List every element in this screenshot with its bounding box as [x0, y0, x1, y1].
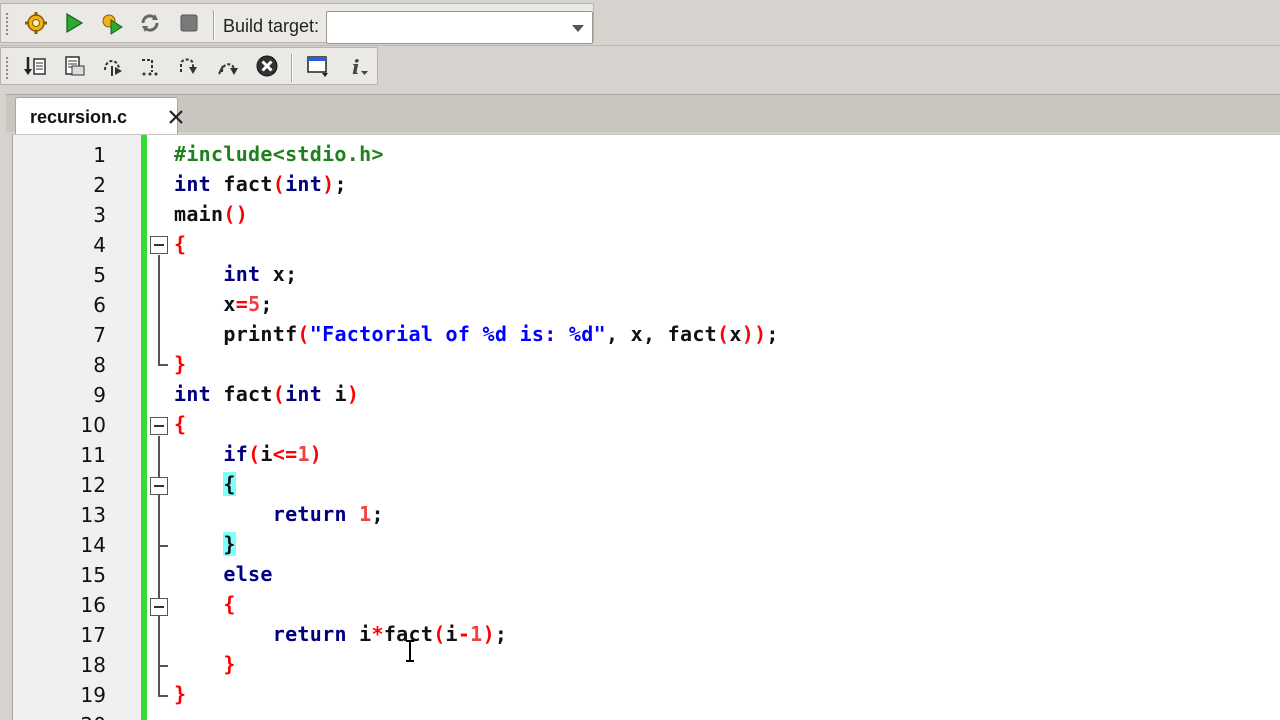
compiler-toolbar-panel: Build target:	[0, 3, 594, 44]
line-code[interactable]: int fact(int i)	[174, 382, 359, 406]
line-number: 14	[80, 533, 106, 557]
line-code[interactable]: int fact(int);	[174, 172, 347, 196]
code-line: 2 int fact(int);	[13, 169, 1280, 199]
line-number: 18	[80, 653, 106, 677]
stop-debugger-icon[interactable]	[252, 51, 282, 81]
line-code[interactable]: x=5;	[174, 292, 273, 316]
code-line: 6 x=5;	[13, 289, 1280, 319]
code-line: 19 }	[13, 679, 1280, 709]
step-out-icon[interactable]	[174, 51, 204, 81]
code-line: 15 else	[13, 559, 1280, 589]
debugger-toolbar: i	[0, 46, 1280, 88]
code-line: 12 {	[13, 469, 1280, 499]
line-code[interactable]: }	[174, 652, 236, 676]
text-cursor-icon	[406, 640, 414, 662]
line-number: 13	[80, 503, 106, 527]
line-number: 11	[80, 443, 106, 467]
code-line: 8 }	[13, 349, 1280, 379]
code-text: #include<stdio.h>	[174, 142, 384, 166]
toolbar-grip[interactable]	[5, 56, 9, 80]
line-number: 2	[93, 173, 106, 197]
run-to-cursor-icon[interactable]	[59, 51, 89, 81]
code-line: 17 return i*fact(i-1);	[13, 619, 1280, 649]
code-line: 7 printf("Factorial of %d is: %d", x, fa…	[13, 319, 1280, 349]
line-number: 9	[93, 383, 106, 407]
line-number: 6	[93, 293, 106, 317]
code-line: 18 }	[13, 649, 1280, 679]
line-code[interactable]: {	[174, 472, 236, 496]
build-target-label: Build target:	[223, 16, 320, 36]
code-line: 5 int x;	[13, 259, 1280, 289]
code-line: 11 if(i<=1)	[13, 439, 1280, 469]
code-line: 3 main()	[13, 199, 1280, 229]
line-code[interactable]: {	[174, 412, 186, 436]
line-number: 15	[80, 563, 106, 587]
line-number: 4	[93, 233, 106, 257]
line-number: 1	[93, 143, 106, 167]
line-number: 8	[93, 353, 106, 377]
code-line: 4 {	[13, 229, 1280, 259]
code-line: 1 #include<stdio.h>	[13, 139, 1280, 169]
code-line: 20	[13, 709, 1280, 720]
line-number: 12	[80, 473, 106, 497]
line-code[interactable]: }	[174, 682, 186, 706]
code-line: 13 return 1;	[13, 499, 1280, 529]
code-line: 14 }	[13, 529, 1280, 559]
line-code[interactable]: main()	[174, 202, 248, 226]
next-instruction-icon[interactable]	[213, 51, 243, 81]
editor-tab-strip	[0, 88, 1280, 132]
line-code[interactable]: else	[174, 562, 273, 586]
toolbar-separator	[291, 54, 293, 82]
tab-recursion-c[interactable]: recursion.c	[15, 97, 183, 134]
line-code[interactable]: if(i<=1)	[174, 442, 322, 466]
build-target-select[interactable]	[326, 11, 593, 44]
line-code[interactable]: int x;	[174, 262, 297, 286]
build-and-run-icon[interactable]	[97, 8, 127, 38]
debug-continue-icon[interactable]	[21, 51, 51, 81]
line-number: 16	[80, 593, 106, 617]
line-code[interactable]: }	[174, 532, 236, 556]
next-line-icon[interactable]	[97, 51, 127, 81]
step-into-icon[interactable]	[135, 51, 165, 81]
debugging-windows-icon[interactable]	[303, 51, 333, 81]
various-info-icon[interactable]: i	[343, 51, 373, 81]
debugger-toolbar-panel: i	[0, 47, 378, 85]
line-code[interactable]: return 1;	[174, 502, 384, 526]
line-number: 5	[93, 263, 106, 287]
svg-text:i: i	[352, 55, 360, 78]
line-number: 17	[80, 623, 106, 647]
run-icon[interactable]	[59, 8, 89, 38]
line-code[interactable]: }	[174, 352, 186, 376]
code-line: 9 int fact(int i)	[13, 379, 1280, 409]
chevron-down-icon[interactable]	[572, 25, 584, 32]
line-number: 20	[13, 713, 106, 720]
code-line: 10 {	[13, 409, 1280, 439]
line-code[interactable]: #include<stdio.h>	[174, 142, 384, 166]
line-number: 7	[93, 323, 106, 347]
abort-icon[interactable]	[174, 8, 204, 38]
line-number: 19	[80, 683, 106, 707]
code-editor[interactable]: 1 #include<stdio.h> 2 int fact(int); 3 m…	[12, 134, 1280, 720]
code-line: 16 {	[13, 589, 1280, 619]
line-number: 10	[80, 413, 106, 437]
line-code[interactable]: return i*fact(i-1);	[174, 622, 507, 646]
compiler-toolbar: Build target:	[0, 0, 1280, 46]
toolbar-separator	[213, 10, 215, 40]
line-code[interactable]: printf("Factorial of %d is: %d", x, fact…	[174, 322, 779, 346]
tab-strip-background	[6, 94, 1280, 132]
build-icon[interactable]	[21, 8, 51, 38]
line-code[interactable]: {	[174, 232, 186, 256]
line-number: 3	[93, 203, 106, 227]
close-icon[interactable]	[166, 107, 186, 127]
line-code[interactable]: {	[174, 592, 236, 616]
toolbar-grip[interactable]	[5, 12, 9, 36]
rebuild-icon[interactable]	[135, 8, 165, 38]
tab-label: recursion.c	[30, 107, 128, 127]
